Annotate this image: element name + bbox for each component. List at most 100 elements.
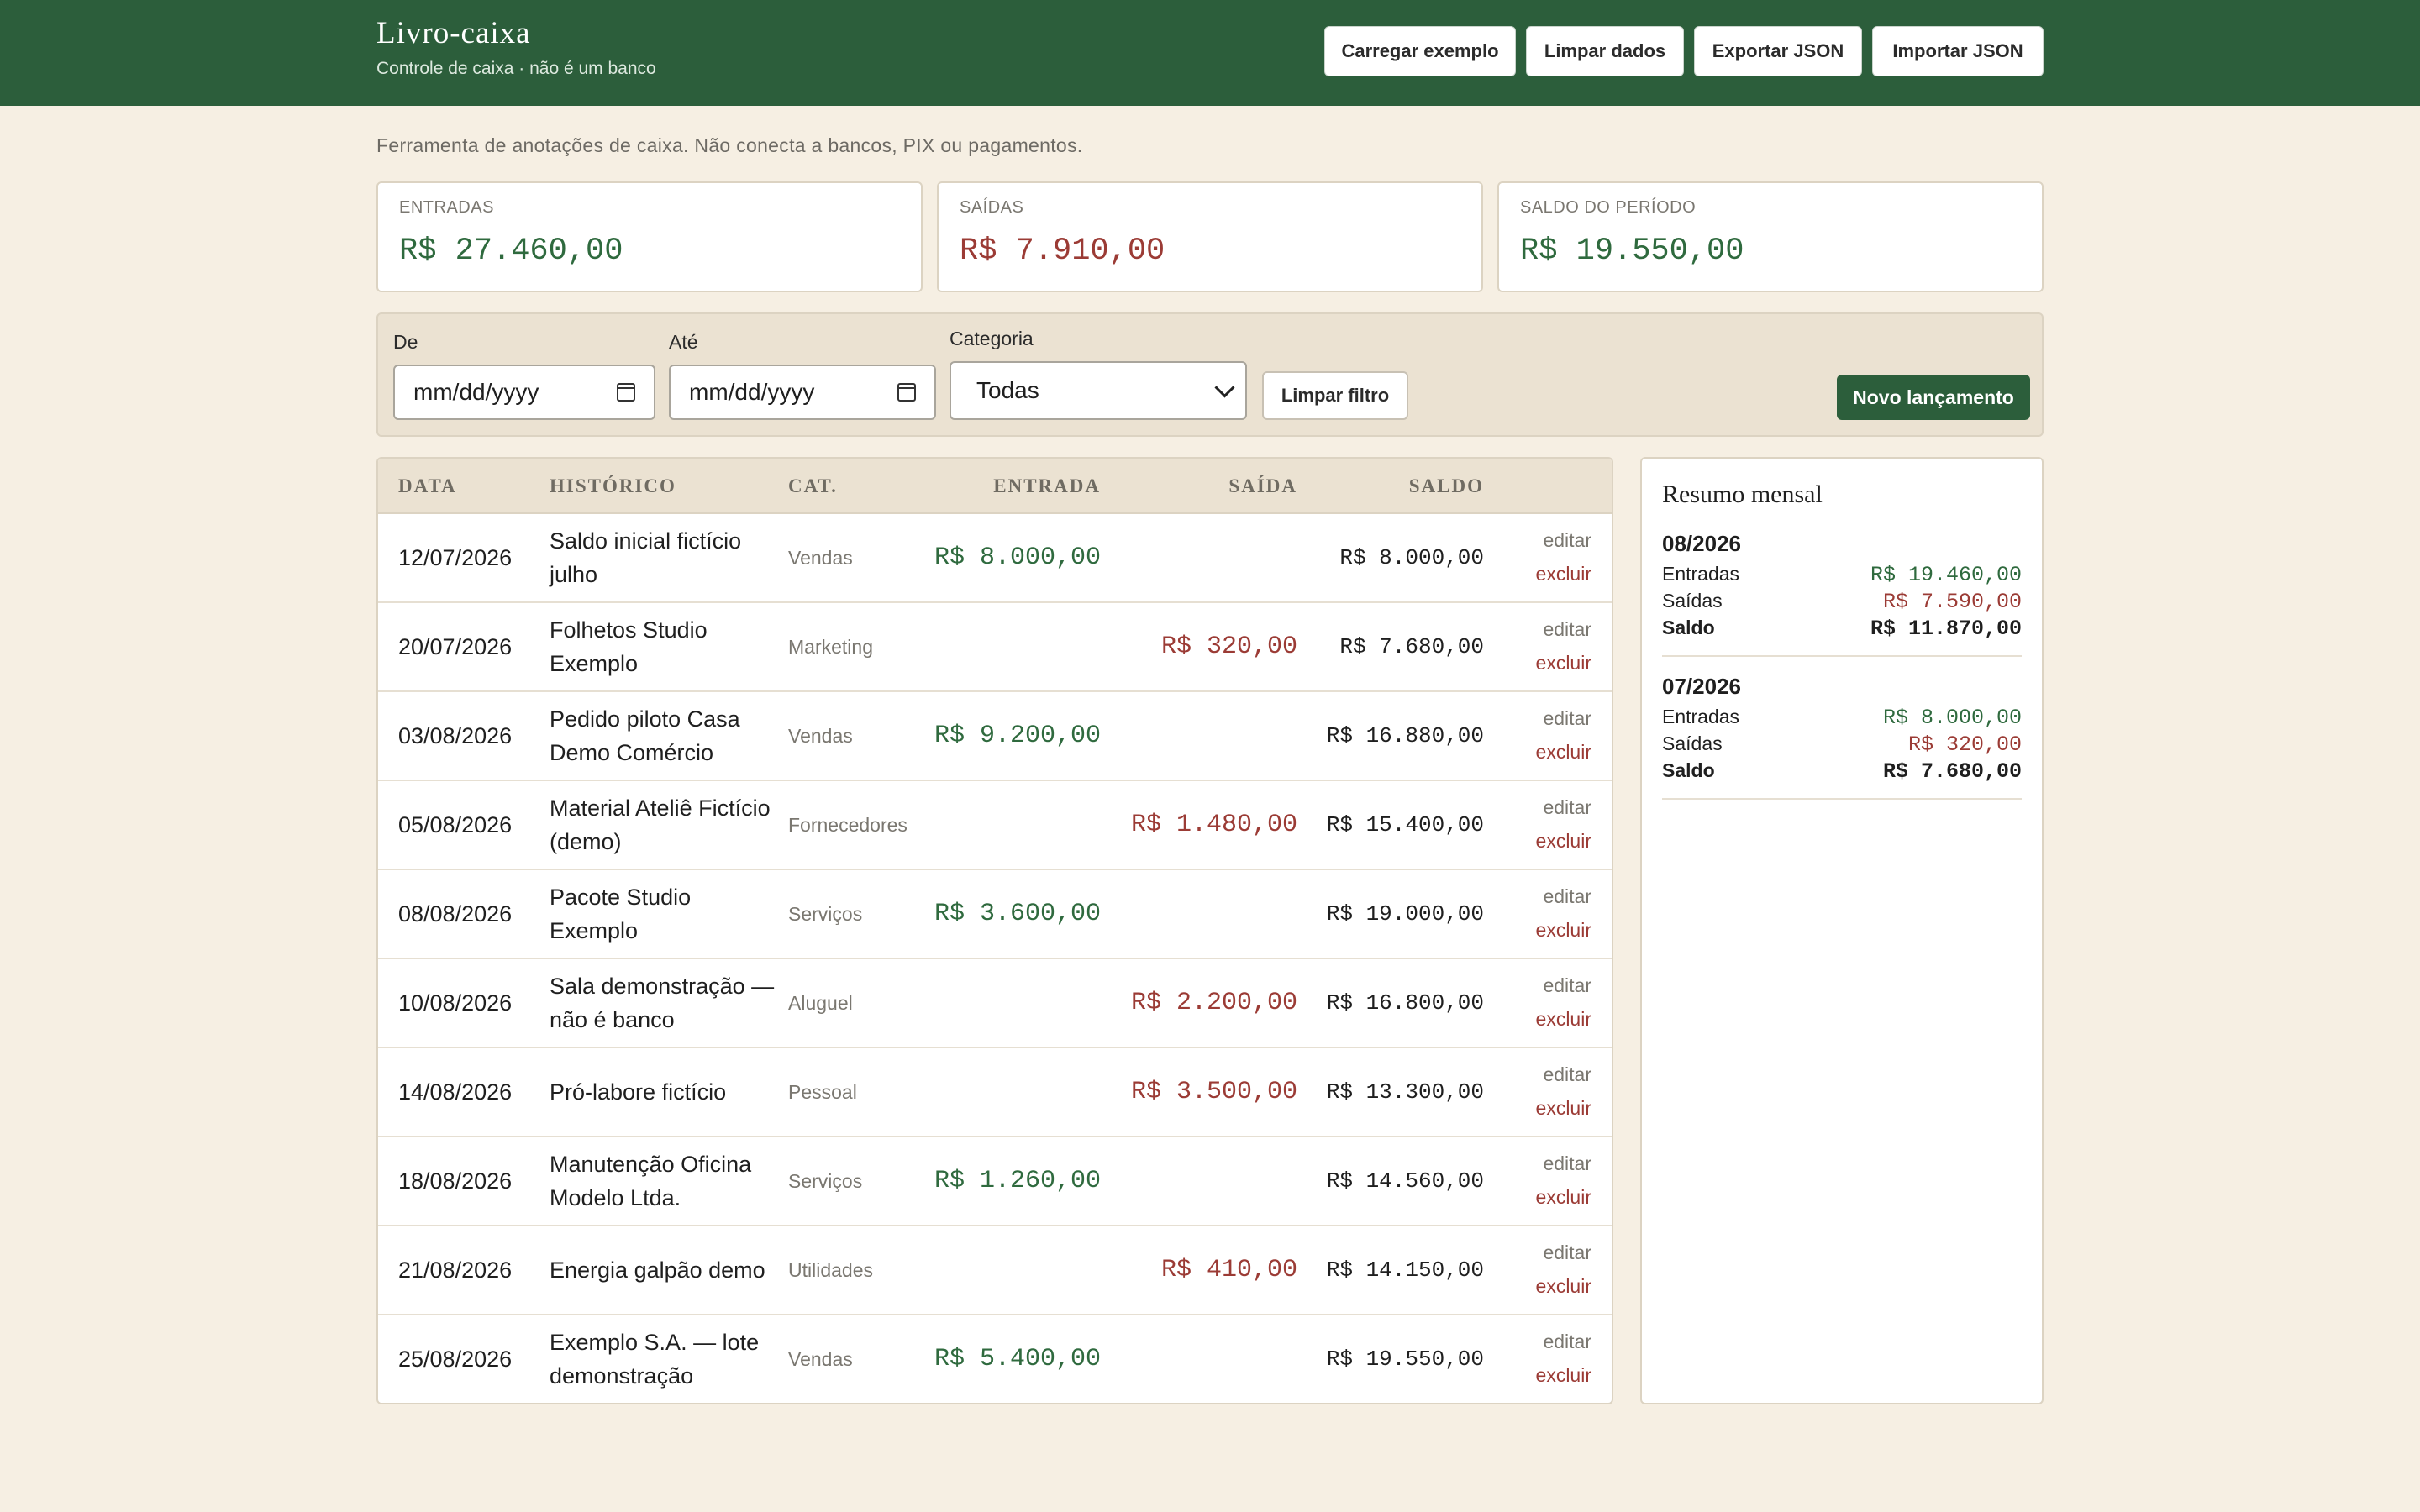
row-date: 21/08/2026 (398, 1257, 513, 1283)
app-title: Livro-caixa (376, 16, 531, 50)
edit-link[interactable]: editar (1543, 618, 1591, 641)
income-card: ENTRADAS R$ 27.460,00 (376, 181, 923, 292)
table-row: 05/08/2026 Material Ateliê Fictício (demo… (378, 781, 1612, 870)
summary-income-label: Entradas (1662, 563, 1740, 585)
load-example-button[interactable]: Carregar exemplo (1324, 26, 1516, 76)
calendar-icon[interactable] (897, 383, 916, 402)
delete-link[interactable]: excluir (1536, 1275, 1591, 1298)
row-history: Manutenção Oficina Modelo Ltda. (550, 1152, 752, 1210)
app-subtitle: Controle de caixa · não é um banco (376, 59, 656, 78)
delete-link[interactable]: excluir (1536, 830, 1591, 853)
to-date-label: Até (669, 331, 698, 353)
balance-card-label: SALDO DO PERÍODO (1520, 198, 1697, 217)
summary-expense-label: Saídas (1662, 590, 1723, 612)
row-income: R$ 1.260,00 (934, 1167, 1101, 1195)
column-header-history: HISTÓRICO (550, 475, 676, 496)
row-date: 14/08/2026 (398, 1079, 513, 1105)
row-history: Pacote Studio Exemplo (550, 885, 692, 943)
summary-balance-value: R$ 7.680,00 (1882, 759, 2022, 784)
column-header-date: DATA (398, 475, 457, 496)
edit-link[interactable]: editar (1543, 529, 1591, 552)
to-date-input[interactable]: mm/dd/yyyy (669, 365, 936, 420)
row-category: Aluguel (788, 991, 853, 1014)
top-bar: Livro-caixa Controle de caixa · não é um… (0, 0, 2420, 106)
row-category: Marketing (788, 635, 873, 658)
table-row: 12/07/2026 Saldo inicial fictício julho Ve… (378, 514, 1612, 603)
delete-link[interactable]: excluir (1536, 652, 1591, 675)
summary-month-name: 08/2026 (1662, 531, 1741, 556)
category-select[interactable]: Todas (950, 361, 1247, 420)
row-balance: R$ 15.400,00 (1326, 812, 1484, 837)
summary-expense-row: Saídas R$ 7.590,00 (1662, 590, 2022, 617)
row-history: Pedido piloto Casa Demo Comércio (550, 706, 740, 765)
row-expense: R$ 320,00 (1160, 633, 1297, 661)
row-balance: R$ 14.560,00 (1326, 1168, 1484, 1194)
summary-month: 07/2026 Entradas R$ 8.000,00 Saídas R$ 320,0… (1662, 674, 2022, 800)
row-date: 05/08/2026 (398, 811, 513, 837)
table-row: 21/08/2026 Energia galpão demo Utilidades R… (378, 1226, 1612, 1315)
table-row: 03/08/2026 Pedido piloto Casa Demo Comérc… (378, 692, 1612, 781)
delete-link[interactable]: excluir (1536, 741, 1591, 764)
row-category: Serviços (788, 902, 863, 925)
summary-expense-value: R$ 320,00 (1907, 732, 2022, 757)
summary-expense-label: Saídas (1662, 732, 1723, 754)
delete-link[interactable]: excluir (1536, 1364, 1591, 1387)
expense-card-value: R$ 7.910,00 (960, 234, 1165, 269)
row-history: Sala demonstração — não é banco (550, 974, 775, 1032)
row-history: Folhetos Studio Exemplo (550, 617, 708, 676)
edit-link[interactable]: editar (1543, 1242, 1591, 1264)
clear-filter-button[interactable]: Limpar filtro (1262, 371, 1408, 420)
edit-link[interactable]: editar (1543, 1063, 1591, 1086)
expense-card: SAÍDAS R$ 7.910,00 (937, 181, 1483, 292)
from-date-placeholder: mm/dd/yyyy (413, 379, 539, 405)
row-history: Material Ateliê Fictício (demo) (550, 795, 771, 854)
delete-link[interactable]: excluir (1536, 563, 1591, 585)
delete-link[interactable]: excluir (1536, 919, 1591, 942)
summary-income-row: Entradas R$ 19.460,00 (1662, 563, 2022, 590)
balance-card-value: R$ 19.550,00 (1520, 234, 1744, 269)
clear-data-button[interactable]: Limpar dados (1526, 26, 1684, 76)
from-date-label: De (393, 331, 418, 353)
row-balance: R$ 14.150,00 (1326, 1257, 1484, 1283)
from-date-input[interactable]: mm/dd/yyyy (393, 365, 655, 420)
summary-expense-value: R$ 7.590,00 (1882, 590, 2022, 614)
edit-link[interactable]: editar (1543, 1152, 1591, 1175)
row-balance: R$ 19.000,00 (1326, 901, 1484, 927)
delete-link[interactable]: excluir (1536, 1186, 1591, 1209)
edit-link[interactable]: editar (1543, 796, 1591, 819)
row-category: Pessoal (788, 1080, 857, 1103)
edit-link[interactable]: editar (1543, 1331, 1591, 1353)
summary-month: 08/2026 Entradas R$ 19.460,00 Saídas R$ 7.59… (1662, 531, 2022, 657)
summary-income-row: Entradas R$ 8.000,00 (1662, 706, 2022, 732)
row-expense: R$ 410,00 (1160, 1256, 1297, 1284)
to-date-placeholder: mm/dd/yyyy (689, 379, 815, 405)
summary-month-name: 07/2026 (1662, 674, 1741, 699)
delete-link[interactable]: excluir (1536, 1008, 1591, 1031)
balance-card: SALDO DO PERÍODO R$ 19.550,00 (1497, 181, 2044, 292)
delete-link[interactable]: excluir (1536, 1097, 1591, 1120)
row-expense: R$ 1.480,00 (1130, 811, 1297, 839)
calendar-icon[interactable] (617, 383, 635, 402)
row-balance: R$ 8.000,00 (1339, 545, 1484, 570)
edit-link[interactable]: editar (1543, 707, 1591, 730)
edit-link[interactable]: editar (1543, 885, 1591, 908)
new-entry-button[interactable]: Novo lançamento (1837, 375, 2030, 420)
expense-card-label: SAÍDAS (960, 198, 1024, 217)
row-category: Vendas (788, 1347, 853, 1370)
table-row: 08/08/2026 Pacote Studio Exemplo Serviços R… (378, 870, 1612, 959)
edit-link[interactable]: editar (1543, 974, 1591, 997)
summary-balance-label: Saldo (1662, 617, 1715, 638)
row-history: Saldo inicial fictício julho (550, 528, 742, 587)
summary-income-label: Entradas (1662, 706, 1740, 727)
summary-income-value: R$ 8.000,00 (1882, 706, 2022, 730)
import-json-button[interactable]: Importar JSON (1872, 26, 2044, 76)
row-date: 03/08/2026 (398, 722, 513, 748)
row-expense: R$ 3.500,00 (1130, 1078, 1297, 1106)
income-card-value: R$ 27.460,00 (399, 234, 623, 269)
row-date: 25/08/2026 (398, 1346, 513, 1372)
row-income: R$ 8.000,00 (934, 543, 1101, 572)
export-json-button[interactable]: Exportar JSON (1694, 26, 1862, 76)
row-balance: R$ 16.880,00 (1326, 723, 1484, 748)
row-category: Vendas (788, 724, 853, 747)
summary-balance-label: Saldo (1662, 759, 1715, 781)
